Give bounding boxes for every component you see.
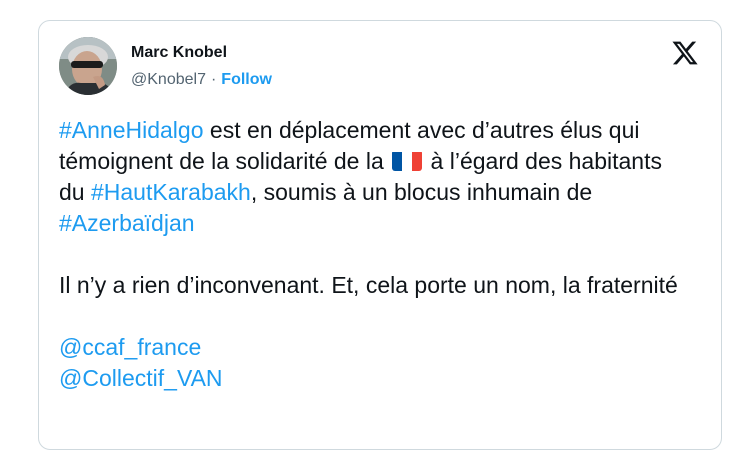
tweet-card: Marc Knobel @Knobel7 · Follow #AnneHidal… bbox=[38, 20, 722, 450]
hashtag-link[interactable]: #HautKarabakh bbox=[91, 179, 251, 205]
profile-photo bbox=[59, 37, 117, 95]
follow-button[interactable]: Follow bbox=[221, 71, 272, 89]
author-name[interactable]: Marc Knobel bbox=[131, 44, 227, 62]
mentions: @ccaf_france @Collectif_VAN bbox=[59, 332, 679, 394]
hashtag-link[interactable]: #AnneHidalgo bbox=[59, 117, 204, 143]
tweet-paragraph-1: #AnneHidalgo est en déplacement avec d’a… bbox=[59, 115, 679, 239]
tweet-paragraph-2: Il n’y a rien d’inconvenant. Et, cela po… bbox=[59, 272, 678, 298]
author-meta: @Knobel7 · Follow bbox=[131, 71, 272, 89]
avatar[interactable] bbox=[59, 37, 117, 95]
tweet-text-segment: , soumis à un blocus inhumain de bbox=[250, 179, 593, 205]
hashtag-link[interactable]: #Azerbaïdjan bbox=[59, 210, 195, 236]
separator-dot: · bbox=[210, 71, 217, 88]
author-handle[interactable]: @Knobel7 bbox=[131, 71, 206, 89]
x-logo-icon[interactable] bbox=[671, 39, 699, 67]
tweet-text: #AnneHidalgo est en déplacement avec d’a… bbox=[59, 115, 679, 394]
mention-link[interactable]: @ccaf_france bbox=[59, 332, 679, 363]
mention-link[interactable]: @Collectif_VAN bbox=[59, 363, 679, 394]
france-flag-icon bbox=[392, 150, 423, 171]
